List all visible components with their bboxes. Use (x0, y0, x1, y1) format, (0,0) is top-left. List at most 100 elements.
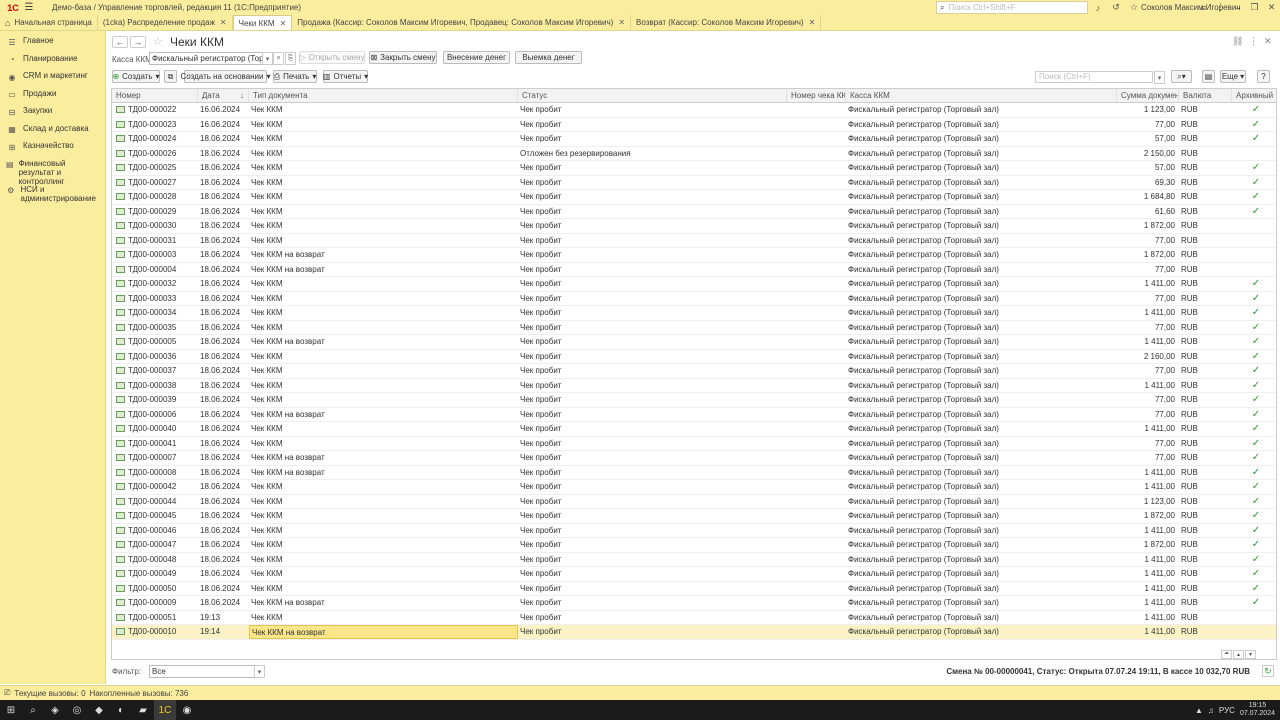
table-row[interactable]: ТД00-000022 16.06.2024 Чек ККМ Чек пробит Фи… (112, 103, 1276, 118)
filter-select[interactable]: Все (149, 665, 264, 678)
tab-home[interactable]: ⌂ Начальная страница (0, 15, 98, 30)
more-button[interactable]: Еще ▾ (1220, 70, 1246, 83)
table-row[interactable]: ТД00-000007 18.06.2024 Чек ККМ на возврат Ч… (112, 451, 1276, 466)
col-date[interactable]: Дата ↓ (198, 89, 249, 102)
table-row[interactable]: ТД00-000045 18.06.2024 Чек ККМ Чек пробит Фи… (112, 509, 1276, 524)
create-based-on-button[interactable]: Создать на основании ▾ (181, 70, 271, 83)
forward-button[interactable]: → (130, 36, 146, 48)
kkm-select[interactable]: Фискальный регистратор (Торговый зал) (149, 52, 272, 65)
scroll-top-icon[interactable]: ⏶ (1221, 650, 1232, 659)
dropdown-icon[interactable]: ▾ (1154, 71, 1165, 84)
table-row[interactable]: ТД00-000047 18.06.2024 Чек ККМ Чек пробит Фи… (112, 538, 1276, 553)
sidebar-item-main[interactable]: ☰ Главное (0, 36, 105, 54)
sidebar-item-crm[interactable]: ◉ CRM и маркетинг (0, 71, 105, 89)
more-vert-icon[interactable]: ⋮ (1212, 0, 1229, 15)
favorite-star-icon[interactable]: ☆ (153, 35, 163, 48)
app-icon[interactable]: ◈ (44, 700, 66, 720)
table-row[interactable]: ТД00-000048 18.06.2024 Чек ККМ Чек пробит Фи… (112, 553, 1276, 567)
table-row[interactable]: ТД00-000051 19:13 Чек ККМ Чек пробит Фискаль… (112, 611, 1276, 625)
sidebar-item-sales[interactable]: ▭ Продажи (0, 89, 105, 107)
table-row[interactable]: ТД00-000033 18.06.2024 Чек ККМ Чек пробит Фи… (112, 292, 1276, 306)
table-row[interactable]: ТД00-000036 18.06.2024 Чек ККМ Чек пробит Фи… (112, 350, 1276, 364)
receipts-table[interactable]: Номер Дата ↓ Тип документа Статус Номер ч… (111, 88, 1277, 660)
minimize-icon[interactable]: – (1229, 0, 1246, 15)
table-row[interactable]: ТД00-000049 18.06.2024 Чек ККМ Чек пробит Фи… (112, 567, 1276, 582)
col-currency[interactable]: Валюта (1179, 89, 1232, 102)
scroll-down-icon[interactable]: ▾ (1245, 650, 1256, 659)
link-icon[interactable]: ⛓ (1232, 36, 1243, 47)
table-row[interactable]: ТД00-000025 18.06.2024 Чек ККМ Чек пробит Фи… (112, 161, 1276, 176)
table-row[interactable]: ТД00-000026 18.06.2024 Чек ККМ Отложен без … (112, 147, 1276, 161)
tab-return[interactable]: Возврат (Кассир: Соколов Максим Игоревич… (631, 15, 822, 30)
1c-app-icon[interactable]: 1С (154, 700, 176, 720)
history-icon[interactable]: ↺ (1110, 0, 1122, 15)
app-icon[interactable]: ◉ (176, 700, 198, 720)
table-row[interactable]: ТД00-000003 18.06.2024 Чек ККМ на возврат Ч… (112, 248, 1276, 263)
help-button[interactable]: ? (1257, 70, 1270, 83)
close-icon[interactable]: ✕ (1264, 36, 1272, 47)
open-shift-button[interactable]: ▷ Открыть смену (299, 51, 365, 64)
table-row[interactable]: ТД00-000046 18.06.2024 Чек ККМ Чек пробит Фи… (112, 524, 1276, 538)
sidebar-item-purchases[interactable]: ⊟ Закупки (0, 106, 105, 124)
hamburger-menu-icon[interactable]: ☰ (22, 0, 36, 15)
sidebar-item-warehouse[interactable]: ▦ Склад и доставка (0, 124, 105, 142)
withdraw-button[interactable]: Выемка денег (515, 51, 582, 64)
table-row[interactable]: ТД00-000004 18.06.2024 Чек ККМ на возврат Ч… (112, 263, 1276, 277)
table-row[interactable]: ТД00-000031 18.06.2024 Чек ККМ Чек пробит Фи… (112, 234, 1276, 248)
dropdown-icon[interactable]: ▾ (254, 665, 265, 678)
table-row[interactable]: ТД00-000023 16.06.2024 Чек ККМ Чек пробит Фи… (112, 118, 1276, 132)
windows-start-icon[interactable]: ⊞ (0, 700, 22, 720)
volume-icon[interactable]: ♫ (1208, 706, 1214, 715)
language-indicator[interactable]: РУС (1219, 706, 1235, 715)
global-search-input[interactable]: ⌕ Поиск Ctrl+Shift+F (936, 1, 1088, 14)
table-row[interactable]: ТД00-000027 18.06.2024 Чек ККМ Чек пробит Фи… (112, 176, 1276, 190)
table-row[interactable]: ТД00-000005 18.06.2024 Чек ККМ на возврат Ч… (112, 335, 1276, 350)
print-button[interactable]: ⎙ Печать ▾ (273, 70, 317, 83)
settings-menu-icon[interactable]: ≡ (1195, 0, 1212, 15)
sidebar-item-admin[interactable]: ⚙ НСИ и администрирование (0, 185, 105, 211)
table-row[interactable]: ТД00-000032 18.06.2024 Чек ККМ Чек пробит Фи… (112, 277, 1276, 292)
refresh-icon[interactable]: ↻ (1262, 665, 1274, 677)
sidebar-item-treasury[interactable]: ⊞ Казначейство (0, 141, 105, 159)
create-button[interactable]: ⊕ Создать ▾ (112, 70, 160, 83)
open-link-icon[interactable]: ⎘ (285, 52, 296, 65)
sidebar-item-finance[interactable]: ▤ Финансовый результат и контроллинг (0, 159, 105, 186)
col-doc-type[interactable]: Тип документа (249, 89, 518, 102)
table-row[interactable]: ТД00-000030 18.06.2024 Чек ККМ Чек пробит Фи… (112, 219, 1276, 234)
table-row[interactable]: ТД00-000041 18.06.2024 Чек ККМ Чек пробит Фи… (112, 437, 1276, 451)
close-icon[interactable]: ✕ (809, 18, 816, 27)
table-row[interactable]: ТД00-000040 18.06.2024 Чек ККМ Чек пробит Фи… (112, 422, 1276, 437)
table-row[interactable]: ТД00-000034 18.06.2024 Чек ККМ Чек пробит Фи… (112, 306, 1276, 321)
restore-icon[interactable]: ❐ (1246, 0, 1263, 15)
more-vert-icon[interactable]: ⋮ (1249, 36, 1258, 47)
bell-icon[interactable]: ♪ (1092, 0, 1104, 15)
edge-icon[interactable]: ◐ (110, 700, 132, 720)
table-row[interactable]: ТД00-000029 18.06.2024 Чек ККМ Чек пробит Фи… (112, 205, 1276, 219)
table-row[interactable]: ТД00-000028 18.06.2024 Чек ККМ Чек пробит Фи… (112, 190, 1276, 205)
close-icon[interactable]: ✕ (280, 19, 287, 28)
table-row[interactable]: ТД00-000008 18.06.2024 Чек ККМ на возврат Ч… (112, 466, 1276, 480)
tab-sales-distribution[interactable]: (1cka) Распределение продаж ✕ (98, 15, 233, 30)
col-receipt-number[interactable]: Номер чека ККМ (787, 89, 846, 102)
search-options-button[interactable]: ⌕▾ (1171, 70, 1192, 83)
clear-icon[interactable]: × (273, 52, 284, 65)
table-row[interactable]: ТД00-000024 18.06.2024 Чек ККМ Чек пробит Фи… (112, 132, 1276, 147)
col-kkm[interactable]: Касса ККМ (846, 89, 1117, 102)
col-status[interactable]: Статус (518, 89, 787, 102)
scroll-up-icon[interactable]: ▴ (1233, 650, 1244, 659)
dropdown-icon[interactable]: ▾ (262, 52, 273, 65)
deposit-button[interactable]: Внесение денег (443, 51, 510, 64)
reports-button[interactable]: ▥ Отчеты ▾ (323, 70, 368, 83)
back-button[interactable]: ← (112, 36, 128, 48)
sidebar-item-planning[interactable]: ◔ Планирование (0, 54, 105, 72)
tab-kkm-receipts[interactable]: Чеки ККМ ✕ (232, 15, 293, 30)
table-row[interactable]: ТД00-000044 18.06.2024 Чек ККМ Чек пробит Фи… (112, 495, 1276, 509)
col-number[interactable]: Номер (112, 89, 198, 102)
list-settings-button[interactable]: ▤ (1202, 70, 1215, 83)
col-archived[interactable]: Архивный (1232, 89, 1276, 102)
table-row[interactable]: ТД00-000010 19:14 Чек ККМ на возврат Чек пр… (112, 625, 1276, 640)
table-row[interactable]: ТД00-000009 18.06.2024 Чек ККМ на возврат Ч… (112, 596, 1276, 611)
table-row[interactable]: ТД00-000039 18.06.2024 Чек ККМ Чек пробит Фи… (112, 393, 1276, 408)
table-row[interactable]: ТД00-000042 18.06.2024 Чек ККМ Чек пробит Фи… (112, 480, 1276, 495)
folder-icon[interactable]: ▰ (132, 700, 154, 720)
